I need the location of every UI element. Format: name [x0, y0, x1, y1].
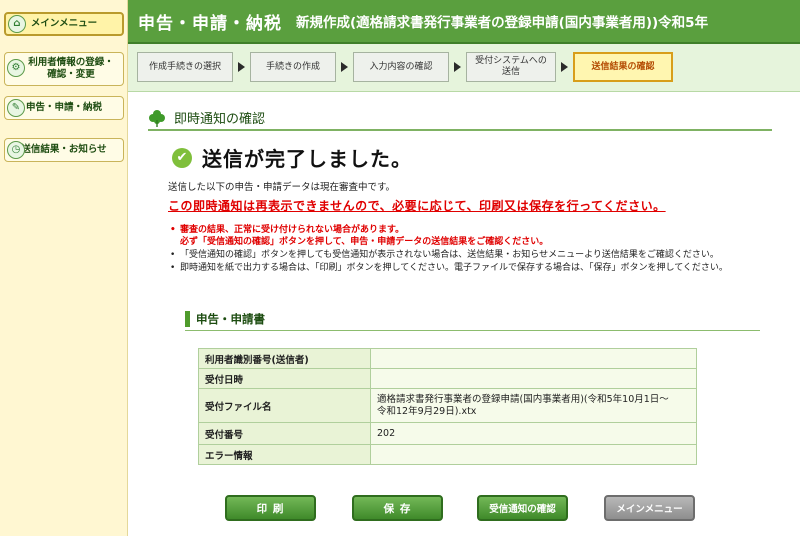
step-label: 入力内容の確認	[369, 61, 433, 72]
row-value	[370, 348, 697, 369]
row-value	[370, 368, 697, 389]
step-send: 受付システムへの 送信	[466, 52, 556, 82]
arrow-right-icon	[341, 62, 348, 72]
clover-icon	[149, 109, 165, 127]
row-key: 受付ファイル名	[198, 388, 371, 423]
step-confirm: 入力内容の確認	[353, 52, 449, 82]
table-section-title: 申告・申請書	[196, 312, 265, 326]
completion-message: 送信が完了しました。	[202, 147, 412, 171]
step-label: 作成手続きの選択	[148, 61, 221, 72]
step-label: 送信結果の確認	[591, 61, 655, 72]
row-value: 202	[370, 422, 697, 445]
row-key: 受付番号	[198, 422, 371, 445]
step-label: 受付システムへの 送信	[475, 56, 547, 77]
table-section-header: 申告・申請書	[185, 311, 265, 327]
print-button[interactable]: 印 刷	[225, 495, 316, 521]
list-item: 「受信通知の確認」ボタンを押しても受信通知が表示されない場合は、送信結果・お知ら…	[168, 249, 778, 261]
page-title: 申告・申請・納税	[138, 13, 282, 34]
step-result: 送信結果の確認	[573, 52, 673, 82]
document-icon: ✎	[7, 99, 25, 117]
user-settings-icon: ⚙	[7, 59, 25, 77]
table-row: 受付番号 202	[198, 422, 697, 445]
table-row: 受付ファイル名 適格請求書発行事業者の登録申請(国内事業者用)(令和5年10月1…	[198, 388, 697, 423]
row-value	[370, 444, 697, 465]
step-create: 手続きの作成	[250, 52, 336, 82]
table-row: 受付日時	[198, 368, 697, 389]
row-value: 適格請求書発行事業者の登録申請(国内事業者用)(令和5年10月1日～ 令和12年…	[370, 388, 697, 423]
sidebar-item-label: 申告・申請・納税	[25, 102, 102, 113]
home-icon: ⌂	[8, 15, 26, 33]
completion-banner: ✔ 送信が完了しました。	[172, 143, 412, 172]
sidebar-item-label: 送信結果・お知らせ	[21, 144, 107, 155]
sidebar-item-label: メインメニュー	[30, 18, 98, 29]
receipt-table: 利用者識別番号(送信者) 受付日時 受付ファイル名 適格請求書発行事業者の登録申…	[198, 348, 697, 465]
save-button[interactable]: 保 存	[352, 495, 443, 521]
page-header: 申告・申請・納税 新規作成(適格請求書発行事業者の登録申請(国内事業者用))令和…	[128, 0, 800, 44]
clock-icon: ◷	[7, 141, 25, 159]
review-status-text: 送信した以下の申告・申請データは現在審査中です。	[168, 182, 396, 193]
list-item: 審査の結果、正常に受け付けられない場合があります。 必ず「受信通知の確認」ボタン…	[168, 224, 778, 248]
notes-list: 審査の結果、正常に受け付けられない場合があります。 必ず「受信通知の確認」ボタン…	[168, 224, 778, 275]
accent-bar	[185, 311, 190, 327]
row-key: 受付日時	[198, 368, 371, 389]
progress-steps: 作成手続きの選択 手続きの作成 入力内容の確認 受付システムへの 送信 送信結果…	[128, 44, 800, 92]
row-key: エラー情報	[198, 444, 371, 465]
arrow-right-icon	[238, 62, 245, 72]
table-row: 利用者識別番号(送信者)	[198, 348, 697, 369]
sidebar-item-main-menu[interactable]: ⌂ メインメニュー	[4, 12, 124, 36]
row-key: 利用者識別番号(送信者)	[198, 348, 371, 369]
main-menu-button[interactable]: メインメニュー	[604, 495, 695, 521]
arrow-right-icon	[454, 62, 461, 72]
table-row: エラー情報	[198, 444, 697, 465]
divider	[148, 129, 772, 131]
sidebar-item-user-info[interactable]: ⚙ 利用者情報の登録・ 確認・変更	[4, 52, 124, 86]
sidebar-item-label: 利用者情報の登録・ 確認・変更	[28, 57, 114, 80]
receipt-check-button[interactable]: 受信通知の確認	[477, 495, 568, 521]
divider	[185, 330, 760, 331]
section-title: 即時通知の確認	[174, 112, 266, 127]
step-select: 作成手続きの選択	[137, 52, 233, 82]
section-header: 即時通知の確認	[148, 108, 265, 127]
warning-text: この即時通知は再表示できませんので、必要に応じて、印刷又は保存を行ってください。	[168, 199, 666, 213]
step-label: 手続きの作成	[265, 61, 320, 72]
sidebar-item-results[interactable]: ◷ 送信結果・お知らせ	[4, 138, 124, 162]
arrow-right-icon	[561, 62, 568, 72]
list-item: 即時通知を紙で出力する場合は、「印刷」ボタンを押してください。電子ファイルで保存…	[168, 262, 778, 274]
page-subtitle: 新規作成(適格請求書発行事業者の登録申請(国内事業者用))令和5年	[296, 15, 709, 31]
sidebar: ⌂ メインメニュー ⚙ 利用者情報の登録・ 確認・変更 ✎ 申告・申請・納税 ◷…	[0, 0, 128, 536]
sidebar-item-filing[interactable]: ✎ 申告・申請・納税	[4, 96, 124, 120]
check-circle-icon: ✔	[172, 147, 192, 168]
